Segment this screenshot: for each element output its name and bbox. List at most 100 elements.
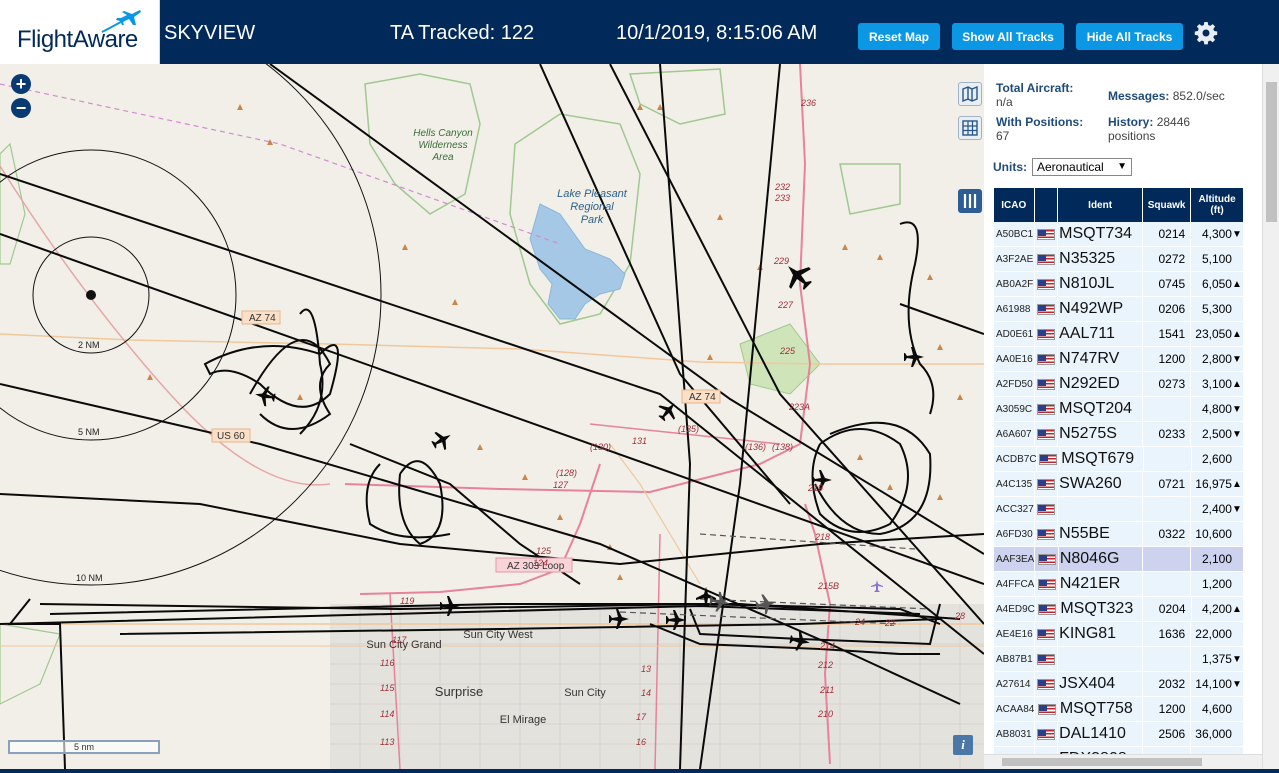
altitude-value: 1,375 [1201,652,1232,666]
aircraft-table: ICAO Ident Squawk Altitude (ft) A50BC1 MS… [994,188,1244,772]
history-value: 28446 [1156,115,1191,129]
zoom-in-button[interactable]: + [11,74,31,94]
altitude-cell: 10,600 [1191,522,1244,546]
altitude-trend-icon: ▼ [1231,503,1242,515]
hide-all-tracks-button[interactable]: Hide All Tracks [1076,23,1183,50]
az74-label-left: AZ 74 [249,313,276,324]
table-row[interactable]: A27614 JSX404 2032 14,100 ▼ [994,672,1244,697]
squawk-cell: 0214 [1142,222,1192,246]
units-value: Aeronautical [1037,160,1104,174]
ident-cell: MSQT204 [1058,397,1143,421]
info-button[interactable]: i [953,735,973,755]
col-altitude-label: Altitude [1198,194,1236,205]
col-ident[interactable]: Ident [1058,188,1144,222]
zoom-out-button[interactable]: − [11,98,31,118]
table-row[interactable]: AB8031 DAL1410 2506 36,000 [994,722,1244,747]
altitude-trend-icon: ▼ [1231,403,1242,415]
table-row[interactable]: A6A607 N5275S 0233 2,500 ▼ [994,422,1244,447]
table-row[interactable]: ACAA84 MSQT758 1200 4,600 [994,697,1244,722]
units-select[interactable]: Aeronautical ▼ [1032,158,1132,176]
altitude-value: 2,400 [1201,502,1232,516]
show-all-tracks-button[interactable]: Show All Tracks [952,23,1064,50]
col-squawk[interactable]: Squawk [1143,188,1192,222]
squawk-cell [1142,397,1192,421]
table-row[interactable]: A6FD30 N55BE 0322 10,600 [994,522,1244,547]
lake-pleasant-label-3: Park [581,214,604,226]
map-layers-icon[interactable] [958,82,982,106]
gear-icon[interactable] [1194,21,1218,45]
icao-cell: A4ED9C [994,597,1036,621]
table-row[interactable]: A4ED9C MSQT323 0204 4,200 ▲ [994,597,1244,622]
altitude-value: 5,300 [1201,302,1232,316]
flag-cell [1035,597,1060,621]
map-canvas[interactable]: Hells Canyon Wilderness Area Lake Pleasa… [0,64,984,769]
icao-cell: A2FD50 [994,372,1035,396]
logo-text: FlightAware [17,26,138,53]
col-altitude[interactable]: Altitude (ft) [1191,188,1244,222]
table-row[interactable]: AA0E16 N747RV 1200 2,800 ▼ [994,347,1244,372]
altitude-value: 2,600 [1201,452,1232,466]
grid-icon[interactable] [958,116,982,140]
route-number: (138) [772,442,793,452]
squawk-cell: 0206 [1142,297,1192,321]
scrollbar-thumb[interactable] [1266,82,1277,222]
table-row[interactable]: ACC327 2,400 ▼ [994,497,1244,522]
aircraft-sidebar: Total Aircraft: n/a With Positions: 67 M… [984,64,1279,773]
altitude-value: 2,500 [1201,427,1232,441]
el-mirage-label: El Mirage [500,714,546,726]
col-icao[interactable]: ICAO [994,188,1035,222]
flag-cell [1035,547,1059,571]
table-row[interactable]: A61988 N492WP 0206 5,300 [994,297,1244,322]
history-label: History: [1108,115,1154,129]
ident-cell: SWA260 [1058,472,1143,496]
reset-map-button[interactable]: Reset Map [858,23,940,50]
us-flag-icon [1036,653,1055,665]
route-number: 24 [854,617,865,627]
table-row[interactable]: AD0E61 AAL711 1541 23,050 ▲ [994,322,1244,347]
table-row[interactable]: A4FFCA N421ER 1,200 [994,572,1244,597]
history: History: 28446 positions [1108,115,1190,143]
table-row[interactable]: ACDB7C MSQT679 2,600 [994,447,1244,472]
route-number: 212 [817,660,833,670]
us-flag-icon [1036,528,1055,540]
sun-city-west-label: Sun City West [463,629,533,641]
table-row[interactable]: AE4E16 KING81 1636 22,000 [994,622,1244,647]
altitude-value: 16,975 [1195,477,1232,491]
flag-cell [1034,397,1059,421]
us60-label: US 60 [217,431,245,442]
altitude-trend-icon: ▼ [1231,678,1242,690]
horizontal-scrollbar[interactable] [984,754,1262,769]
horizontal-scrollbar-thumb[interactable] [1002,758,1202,766]
table-row[interactable]: A2FD50 N292ED 0273 3,100 ▲ [994,372,1244,397]
sun-city-label: Sun City [564,687,606,699]
flightaware-logo[interactable]: FlightAware [0,0,160,64]
icao-cell: A4FFCA [994,572,1036,596]
flag-cell [1034,372,1059,396]
squawk-cell [1142,647,1192,671]
us-flag-icon [1036,403,1055,415]
altitude-cell: 4,300 ▼ [1191,222,1244,246]
altitude-value: 5,100 [1201,252,1232,266]
squawk-cell: 1541 [1142,322,1192,346]
us-flag-icon [1036,728,1055,740]
table-row[interactable]: AB0A2F N810JL 0745 6,050 ▲ [994,272,1244,297]
table-row[interactable]: A4C135 SWA260 0721 16,975 ▲ [994,472,1244,497]
route-number: 22 [884,618,895,628]
table-row[interactable]: A50BC1 MSQT734 0214 4,300 ▼ [994,222,1244,247]
map-view[interactable]: Hells Canyon Wilderness Area Lake Pleasa… [0,64,984,769]
col-flag[interactable] [1034,188,1059,222]
scale-bar: 5 nm [8,740,160,754]
us-flag-icon [1036,278,1055,290]
squawk-cell: 1200 [1143,697,1192,721]
table-row[interactable]: A3F2AE N35325 0272 5,100 [994,247,1244,272]
route-number: 232 [774,182,790,192]
columns-icon[interactable] [958,189,982,213]
sidebar-scrollbar[interactable] [1262,64,1279,769]
messages-value: 852.0/sec [1172,89,1225,103]
us-flag-icon [1036,678,1055,690]
table-row[interactable]: AB87B1 1,375 ▼ [994,647,1244,672]
icao-cell: ACAA84 [994,697,1036,721]
table-row[interactable]: A3059C MSQT204 4,800 ▼ [994,397,1244,422]
total-aircraft: Total Aircraft: n/a [996,81,1073,109]
table-row[interactable]: AAF3EA N8046G 2,100 [994,547,1244,572]
